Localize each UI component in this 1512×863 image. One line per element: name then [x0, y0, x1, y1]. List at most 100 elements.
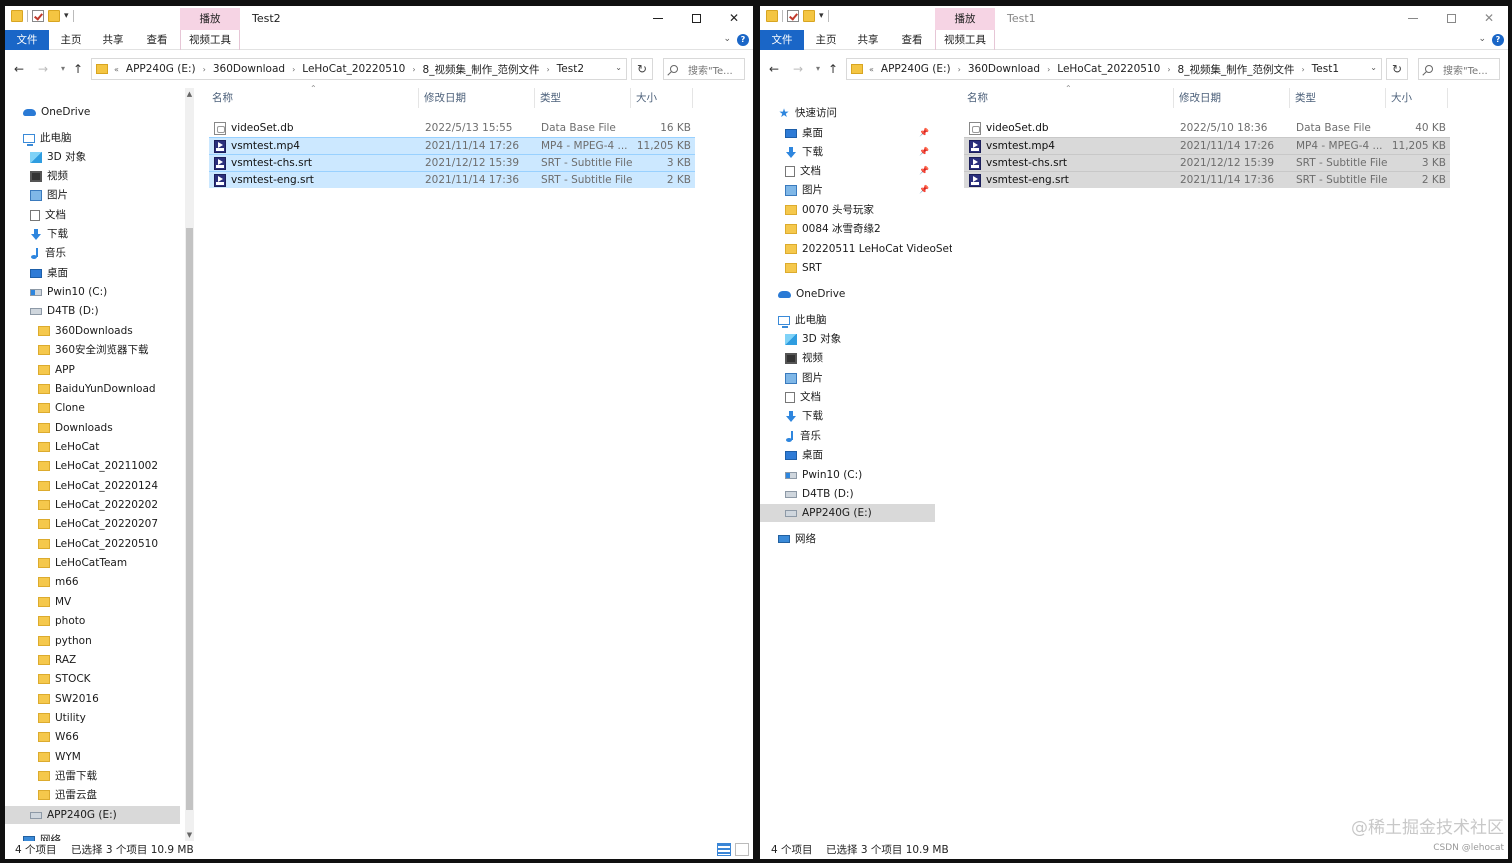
- properties-icon[interactable]: [32, 10, 44, 22]
- tab-file[interactable]: 文件: [760, 30, 804, 50]
- maximize-button[interactable]: [1432, 6, 1470, 30]
- nav-item[interactable]: Utility: [5, 709, 180, 727]
- close-button[interactable]: ✕: [1470, 6, 1508, 30]
- nav-item[interactable]: 文档 📌: [760, 162, 935, 180]
- nav-item[interactable]: D4TB (D:): [760, 485, 935, 503]
- nav-item[interactable]: m66: [5, 573, 180, 591]
- help-icon[interactable]: ?: [737, 34, 749, 46]
- column-header-date[interactable]: 修改日期: [1174, 88, 1290, 108]
- search-input[interactable]: 搜索"Te...: [663, 58, 745, 80]
- scrollbar-thumb[interactable]: [186, 228, 193, 810]
- file-row[interactable]: vsmtest-chs.srt 2021/12/12 15:39 SRT - Sub…: [209, 154, 695, 171]
- nav-item[interactable]: 此电脑: [5, 129, 180, 147]
- minimize-button[interactable]: [1394, 6, 1432, 30]
- nav-item[interactable]: 360安全浏览器下载: [5, 341, 180, 359]
- expand-ribbon-icon[interactable]: ⌄: [1478, 34, 1486, 44]
- nav-item[interactable]: 桌面: [5, 264, 180, 282]
- refresh-button[interactable]: ↻: [1386, 58, 1408, 80]
- folder-icon[interactable]: [766, 10, 778, 22]
- nav-item[interactable]: 下载 📌: [760, 143, 935, 161]
- nav-item[interactable]: W66: [5, 728, 180, 746]
- chevron-right-icon[interactable]: ›: [292, 65, 295, 74]
- tab-home[interactable]: 主页: [53, 30, 89, 50]
- nav-item[interactable]: SRT: [760, 259, 935, 277]
- new-folder-icon[interactable]: [48, 10, 60, 22]
- nav-item[interactable]: 3D 对象: [5, 148, 180, 166]
- chevron-right-icon[interactable]: ›: [412, 65, 415, 74]
- tab-share[interactable]: 共享: [850, 30, 886, 50]
- nav-item[interactable]: RAZ: [5, 651, 180, 669]
- nav-item[interactable]: python: [5, 632, 180, 650]
- refresh-button[interactable]: ↻: [631, 58, 653, 80]
- nav-item[interactable]: OneDrive: [760, 285, 935, 303]
- recent-locations-icon[interactable]: ▾: [55, 60, 71, 78]
- close-button[interactable]: ✕: [715, 6, 753, 30]
- address-bar[interactable]: « APP240G (E:) › 360Download › LeHoCat_2…: [846, 58, 1382, 80]
- nav-item[interactable]: 此电脑: [760, 311, 935, 329]
- minimize-button[interactable]: [639, 6, 677, 30]
- nav-item[interactable]: 20220511 LeHoCat VideoSet: [760, 240, 952, 258]
- tab-video-tools[interactable]: 视频工具: [935, 30, 995, 50]
- scroll-up-icon[interactable]: ▲: [185, 90, 194, 98]
- breadcrumb-item[interactable]: 8_视频集_制作_范例文件: [1178, 62, 1295, 77]
- nav-item[interactable]: 网络: [760, 530, 935, 548]
- nav-item[interactable]: 0070 头号玩家: [760, 201, 935, 219]
- pin-icon[interactable]: 📌: [919, 162, 929, 180]
- new-folder-icon[interactable]: [803, 10, 815, 22]
- nav-item[interactable]: 0084 冰雪奇缘2: [760, 220, 935, 238]
- breadcrumb-item[interactable]: 8_视频集_制作_范例文件: [423, 62, 540, 77]
- nav-item[interactable]: 下载: [760, 407, 935, 425]
- column-header-date[interactable]: 修改日期: [419, 88, 535, 108]
- breadcrumb-overflow-icon[interactable]: «: [869, 65, 874, 74]
- nav-item[interactable]: 迅雷云盘: [5, 786, 180, 804]
- nav-item[interactable]: 3D 对象: [760, 330, 935, 348]
- breadcrumb-overflow-icon[interactable]: «: [114, 65, 119, 74]
- nav-item[interactable]: photo: [5, 612, 180, 630]
- chevron-right-icon[interactable]: ›: [546, 65, 549, 74]
- up-arrow-icon[interactable]: ↑: [70, 60, 86, 78]
- nav-item[interactable]: 音乐: [5, 244, 180, 262]
- chevron-right-icon[interactable]: ›: [1047, 65, 1050, 74]
- file-row[interactable]: vsmtest-eng.srt 2021/11/14 17:36 SRT - Sub…: [964, 171, 1450, 188]
- nav-item[interactable]: STOCK: [5, 670, 180, 688]
- customize-toolbar-icon[interactable]: ▾: [64, 11, 69, 21]
- context-tab-play[interactable]: 播放: [180, 8, 240, 30]
- details-view-icon[interactable]: [717, 843, 731, 856]
- file-row[interactable]: videoSet.db 2022/5/10 18:36 Data Base File…: [964, 120, 1450, 137]
- nav-item[interactable]: Pwin10 (C:): [760, 466, 935, 484]
- chevron-right-icon[interactable]: ›: [203, 65, 206, 74]
- file-row[interactable]: vsmtest-eng.srt 2021/11/14 17:36 SRT - Sub…: [209, 171, 695, 188]
- help-icon[interactable]: ?: [1492, 34, 1504, 46]
- pin-icon[interactable]: 📌: [919, 124, 929, 142]
- nav-item[interactable]: 文档: [5, 206, 180, 224]
- nav-item[interactable]: LeHoCat_20220124: [5, 477, 180, 495]
- breadcrumb-item[interactable]: 360Download: [968, 63, 1040, 75]
- pin-icon[interactable]: 📌: [919, 181, 929, 199]
- breadcrumb-item[interactable]: APP240G (E:): [881, 63, 951, 75]
- nav-item[interactable]: 下载: [5, 225, 180, 243]
- nav-pane-scrollbar[interactable]: ▲ ▼: [185, 88, 194, 841]
- nav-item[interactable]: SW2016: [5, 690, 180, 708]
- nav-item[interactable]: BaiduYunDownload: [5, 380, 180, 398]
- nav-item[interactable]: Clone: [5, 399, 180, 417]
- column-header-size[interactable]: 大小: [1386, 88, 1448, 108]
- nav-item[interactable]: 网络: [5, 831, 180, 841]
- back-arrow-icon[interactable]: ←: [11, 60, 27, 78]
- breadcrumb-item[interactable]: 360Download: [213, 63, 285, 75]
- tab-home[interactable]: 主页: [808, 30, 844, 50]
- pin-icon[interactable]: 📌: [919, 143, 929, 161]
- properties-icon[interactable]: [787, 10, 799, 22]
- maximize-button[interactable]: [677, 6, 715, 30]
- tab-view[interactable]: 查看: [894, 30, 930, 50]
- breadcrumb-item[interactable]: APP240G (E:): [126, 63, 196, 75]
- nav-item[interactable]: 文档: [760, 388, 935, 406]
- nav-item[interactable]: APP240G (E:): [5, 806, 180, 824]
- column-header-type[interactable]: 类型: [1290, 88, 1386, 108]
- nav-item[interactable]: MV: [5, 593, 180, 611]
- column-header-type[interactable]: 类型: [535, 88, 631, 108]
- nav-item[interactable]: 图片 📌: [760, 181, 935, 199]
- breadcrumb-item[interactable]: Test2: [557, 63, 584, 75]
- forward-arrow-icon[interactable]: →: [790, 60, 806, 78]
- nav-item[interactable]: OneDrive: [5, 103, 180, 121]
- chevron-right-icon[interactable]: ›: [958, 65, 961, 74]
